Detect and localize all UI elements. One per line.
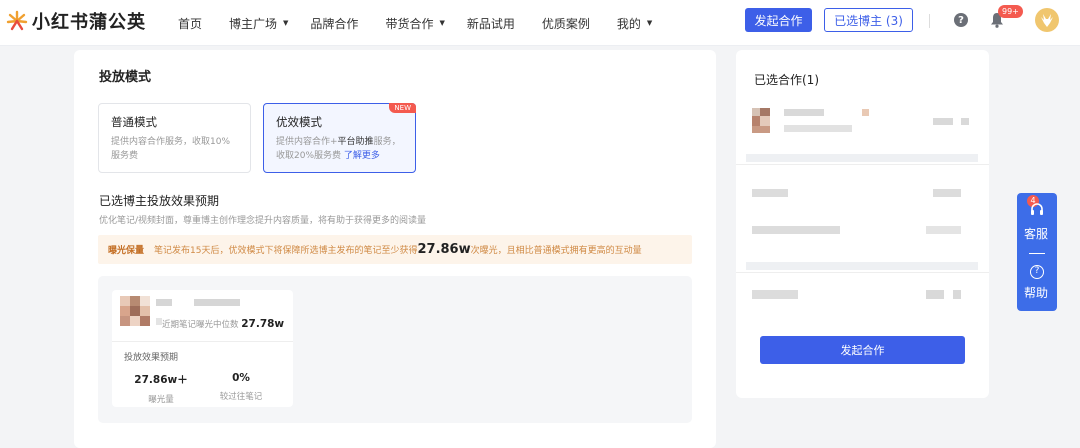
exposure-text: 次曝光，且相比普通模式拥有更高的互动量 (470, 246, 642, 256)
divider (929, 14, 930, 28)
caret-down-icon: ▼ (646, 19, 653, 27)
divider-band (746, 262, 978, 270)
expect-subtitle: 优化笔记/视频封面，尊重博主创作理念提升内容质量，将有助于获得更多的阅读量 (99, 216, 427, 226)
nav-mine[interactable]: 我的 ▼ (617, 15, 652, 32)
exposure-text: 笔记发布15天后，优效模式下将保障所选博主发布的笔记至少获得 (154, 246, 418, 256)
divider-band (746, 154, 978, 162)
main-menu: 首页 博主广场 ▼ 品牌合作 带货合作 ▼ 新品试用 优质案例 我的 ▼ (178, 0, 652, 46)
nav-label: 新品试用 (466, 16, 515, 31)
nav-sales-coop[interactable]: 带货合作 ▼ (385, 15, 444, 32)
floating-support-widget: 4 客服 ? 帮助 (1017, 193, 1057, 311)
start-coop-button[interactable]: 发起合作 (745, 8, 812, 32)
blurred-avatar (760, 116, 770, 126)
blurred-value (933, 189, 961, 197)
blurred-avatar (752, 108, 760, 116)
predict-title: 投放效果预期 (124, 353, 179, 363)
customer-service-link[interactable]: 客服 (1024, 225, 1048, 242)
blurred-name (156, 299, 172, 306)
blurred-value (926, 226, 961, 234)
nav-new-trial[interactable]: 新品试用 (467, 15, 515, 32)
nav-brand-coop[interactable]: 品牌合作 (310, 15, 358, 32)
blurred-label (752, 226, 840, 234)
blurred-name (194, 299, 240, 306)
stat-label: 较过往笔记 (219, 392, 263, 402)
nav-cases[interactable]: 优质案例 (542, 15, 590, 32)
blurred-tag (862, 109, 869, 116)
blurred-avatar (760, 108, 770, 116)
divider (736, 272, 989, 273)
blurred-avatar (752, 116, 760, 126)
help-link[interactable]: 帮助 (1024, 284, 1048, 301)
brand-logo[interactable]: 小红书蒲公英 (6, 8, 146, 34)
exposure-label: 曝光保量 (108, 246, 145, 256)
brand-name: 小红书蒲公英 (32, 12, 146, 33)
nav-label: 优质案例 (541, 16, 590, 31)
blurred-value (953, 290, 961, 299)
blurred-value (926, 290, 944, 299)
creator-header: 近期笔记曝光中位数 27.78w (112, 290, 293, 342)
mode-premium-card[interactable]: NEW 优效模式 提供内容合作+平台助推服务，收取20%服务费 了解更多 (263, 103, 416, 173)
main-panel: 投放模式 普通模式 提供内容合作服务，收取10%服务费 NEW 优效模式 提供内… (74, 50, 716, 448)
mode-desc: 提供内容合作服务，收取10%服务费 (111, 137, 231, 161)
median-exposure: 近期笔记曝光中位数 27.78w (162, 318, 284, 330)
blurred-label (752, 189, 788, 197)
mode-title: 普通模式 (111, 115, 157, 129)
avatar[interactable] (1035, 8, 1059, 32)
notification-badge: 99+ (998, 5, 1023, 18)
desc-highlight: 平台助推 (337, 137, 374, 147)
nav-label: 首页 (178, 16, 203, 31)
blurred-action (961, 118, 969, 125)
prediction-panel: 近期笔记曝光中位数 27.78w 投放效果预期 27.86w＋ 曝光量 0% 较… (98, 276, 692, 423)
creator-card: 近期笔记曝光中位数 27.78w 投放效果预期 27.86w＋ 曝光量 0% 较… (112, 290, 293, 407)
median-value: 27.78w (241, 318, 285, 330)
question-circle-icon[interactable]: ? (954, 13, 968, 27)
section-title: 投放模式 (99, 70, 152, 85)
nav-label: 带货合作 (385, 16, 434, 31)
divider (736, 164, 989, 165)
median-label: 近期笔记曝光中位数 (162, 320, 239, 330)
stat-value: 0% (232, 372, 250, 384)
exposure-number: 27.86w (417, 242, 471, 257)
stat-compare: 0% 较过往笔记 (206, 372, 276, 402)
nav-home[interactable]: 首页 (178, 15, 202, 32)
mode-desc: 提供内容合作+平台助推服务，收取20%服务费 了解更多 (276, 135, 403, 163)
blurred-price (933, 118, 953, 125)
dandelion-logo-icon (6, 10, 28, 32)
caret-down-icon: ▼ (439, 19, 445, 27)
learn-more-link[interactable]: 了解更多 (344, 151, 380, 161)
caret-down-icon: ▼ (283, 19, 289, 27)
blurred-info (784, 125, 852, 132)
divider (1029, 253, 1045, 254)
stat-label: 曝光量 (148, 395, 174, 405)
headset-icon[interactable] (1030, 203, 1044, 220)
blurred-label (752, 290, 798, 299)
exposure-guarantee-banner: 曝光保量 笔记发布15天后，优效模式下将保障所选博主发布的笔记至少获得 27.8… (98, 235, 692, 264)
question-circle-icon[interactable]: ? (1030, 265, 1044, 279)
nav-label: 博主广场 (229, 16, 278, 31)
submit-coop-button[interactable]: 发起合作 (760, 336, 965, 364)
nav-label: 我的 (616, 16, 641, 31)
blurred-avatar (120, 296, 150, 326)
selected-coop-panel: 已选合作(1) 发起合作 (736, 50, 989, 398)
new-tag: NEW (389, 103, 416, 113)
mode-title: 优效模式 (276, 115, 322, 129)
mode-normal-card[interactable]: 普通模式 提供内容合作服务，收取10%服务费 (98, 103, 251, 173)
desc-text: 提供内容合作+ (276, 137, 338, 147)
stat-exposure: 27.86w＋ 曝光量 (126, 372, 196, 405)
stat-value: 27.86w＋ (134, 374, 188, 386)
nav-label: 品牌合作 (310, 16, 359, 31)
blurred-avatar (752, 126, 770, 133)
blurred-name (784, 109, 824, 116)
expect-title: 已选博主投放效果预期 (99, 194, 220, 208)
nav-creator-square[interactable]: 博主广场 ▼ (229, 15, 288, 32)
selected-creators-button[interactable]: 已选博主 (3) (824, 8, 913, 32)
top-navbar: 小红书蒲公英 首页 博主广场 ▼ 品牌合作 带货合作 ▼ 新品试用 优质案例 我的 ▼… (0, 0, 1080, 46)
side-title: 已选合作(1) (754, 73, 819, 87)
